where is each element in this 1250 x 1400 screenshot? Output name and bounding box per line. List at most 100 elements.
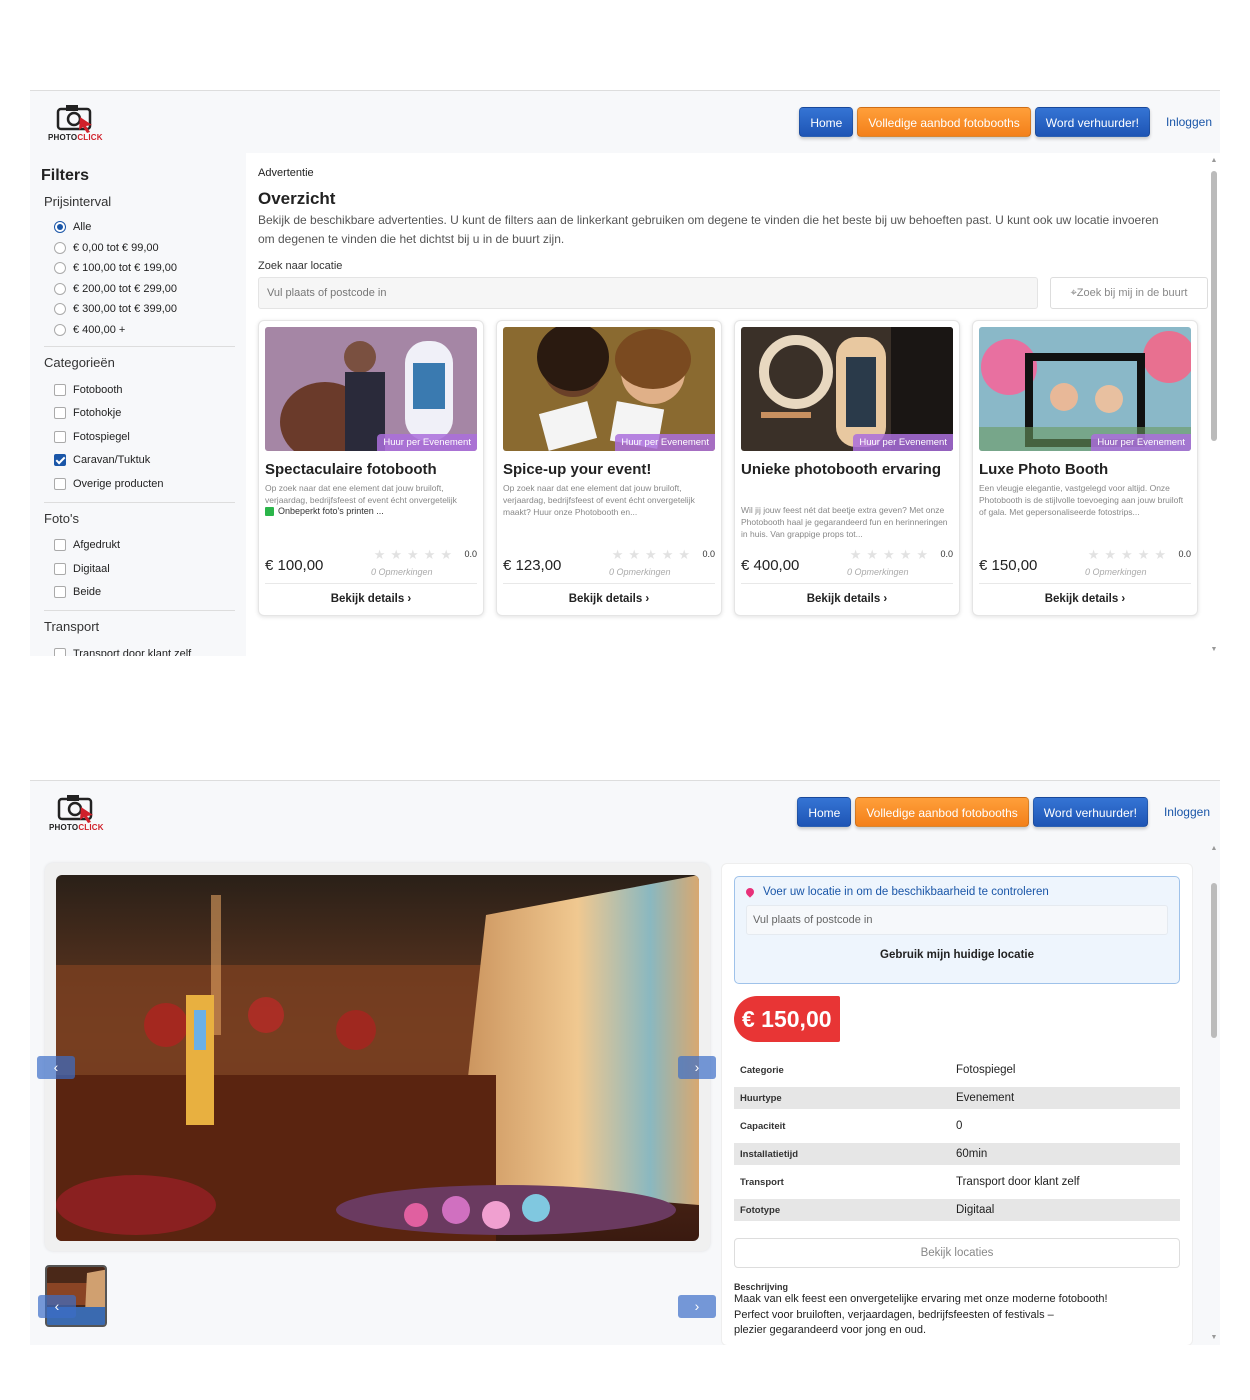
photos-option-label: Beide xyxy=(73,586,102,599)
categories-option[interactable]: Caravan/Tuktuk xyxy=(54,449,235,473)
star-icon: ★ xyxy=(661,547,679,562)
listing-card[interactable]: Huur per Evenement Spectaculaire fotoboot… xyxy=(258,320,484,616)
checkbox[interactable] xyxy=(54,586,66,599)
card-image[interactable]: Huur per Evenement xyxy=(503,327,715,451)
spec-value: 60min xyxy=(956,1148,988,1160)
login-link[interactable]: Inloggen xyxy=(1154,107,1212,137)
checkbox[interactable] xyxy=(54,383,66,396)
scrollbar[interactable]: ▲ ▼ xyxy=(1210,157,1218,653)
thumb-prev-button[interactable]: ‹ xyxy=(38,1295,76,1318)
logo[interactable]: PHOTOCLICK xyxy=(49,793,109,835)
price-option[interactable]: € 300,00 tot € 399,00 xyxy=(54,299,235,320)
scrollbar[interactable]: ▲ ▼ xyxy=(1210,845,1218,1341)
checkbox[interactable] xyxy=(54,430,66,443)
card-title[interactable]: Unieke photobooth ervaring xyxy=(741,459,953,503)
radio-button[interactable] xyxy=(54,303,66,316)
checkbox[interactable] xyxy=(54,647,66,656)
radio-button[interactable] xyxy=(54,282,66,295)
offer-button[interactable]: Volledige aanbod fotobooths xyxy=(855,797,1029,827)
price-option[interactable]: € 100,00 tot € 199,00 xyxy=(54,258,235,279)
scroll-down-icon[interactable]: ▼ xyxy=(1210,646,1218,653)
price-option[interactable]: € 0,00 tot € 99,00 xyxy=(54,238,235,259)
radio-button[interactable] xyxy=(54,323,66,336)
checkbox[interactable] xyxy=(54,539,66,552)
photos-option[interactable]: Afgedrukt xyxy=(54,534,235,558)
categories-option[interactable]: Overige producten xyxy=(54,472,235,496)
photos-option[interactable]: Beide xyxy=(54,581,235,605)
listing-card[interactable]: Huur per Evenement Luxe Photo Booth Een vl… xyxy=(972,320,1198,616)
view-details-button[interactable]: Bekijk details › xyxy=(497,593,721,605)
card-title[interactable]: Luxe Photo Booth xyxy=(979,459,1191,481)
view-details-button[interactable]: Bekijk details › xyxy=(735,593,959,605)
scroll-down-icon[interactable]: ▼ xyxy=(1210,1334,1218,1341)
radio-button[interactable] xyxy=(54,241,66,254)
checkbox[interactable] xyxy=(54,477,66,490)
login-link[interactable]: Inloggen xyxy=(1152,797,1210,827)
near-me-label: Zoek bij mij in de buurt xyxy=(1076,287,1188,299)
price-option[interactable]: € 400,00 + xyxy=(54,320,235,341)
filters-sidebar: Filters Prijsinterval Alle € 0,00 tot € 9… xyxy=(30,153,246,656)
star-icon: ★ xyxy=(440,547,457,562)
photos-option[interactable]: Digitaal xyxy=(54,557,235,581)
divider xyxy=(44,346,235,347)
card-description: Wil jij jouw feest nét dat beetje extra … xyxy=(741,505,948,539)
detail-panel: Voer uw locatie in om de beschikbaarheid… xyxy=(721,863,1193,1345)
scrollbar-thumb[interactable] xyxy=(1211,883,1217,1038)
radio-button[interactable] xyxy=(54,221,66,234)
category-filter-title: Categorieën xyxy=(44,355,115,370)
home-button[interactable]: Home xyxy=(797,797,852,827)
view-details-button[interactable]: Bekijk details › xyxy=(973,593,1197,605)
review-count: 0 Opmerkingen xyxy=(371,567,433,577)
use-current-location-button[interactable]: Gebruik mijn huidige locatie xyxy=(746,949,1168,961)
card-price: € 400,00 xyxy=(741,557,800,574)
radio-button[interactable] xyxy=(54,262,66,275)
card-image[interactable]: Huur per Evenement xyxy=(741,327,953,451)
listing-card[interactable]: Huur per Evenement Spice-up your event! Op… xyxy=(496,320,722,616)
scrollbar-thumb[interactable] xyxy=(1211,171,1217,441)
card-image[interactable]: Huur per Evenement xyxy=(979,327,1191,451)
location-search-input[interactable]: Vul plaats of postcode in xyxy=(258,277,1038,309)
listing-card[interactable]: Huur per Evenement Unieke photobooth erva… xyxy=(734,320,960,616)
star-icon: ★ xyxy=(1104,547,1122,562)
home-button[interactable]: Home xyxy=(799,107,854,137)
star-icon: ★ xyxy=(423,547,441,562)
offer-button[interactable]: Volledige aanbod fotobooths xyxy=(857,107,1031,137)
price-option[interactable]: € 200,00 tot € 299,00 xyxy=(54,279,235,300)
star-icon: ★ xyxy=(1087,547,1105,562)
card-image[interactable]: Huur per Evenement xyxy=(265,327,477,451)
become-renter-button[interactable]: Word verhuurder! xyxy=(1034,107,1150,137)
main-photo xyxy=(56,875,699,1241)
location-check-label: Voer uw locatie in om de beschikbaarheid… xyxy=(763,886,1049,898)
categories-option[interactable]: Fotospiegel xyxy=(54,425,235,449)
scroll-up-icon[interactable]: ▲ xyxy=(1210,845,1218,852)
categories-option[interactable]: Fotohokje xyxy=(54,402,235,426)
nav-buttons: Home Volledige aanbod fotobooths Word ve… xyxy=(799,107,1212,137)
categories-option[interactable]: Fotobooth xyxy=(54,378,235,402)
checkbox[interactable] xyxy=(54,562,66,575)
price-option[interactable]: Alle xyxy=(54,217,235,238)
checkbox[interactable] xyxy=(54,407,66,420)
listing-cards: Huur per Evenement Spectaculaire fotoboot… xyxy=(258,320,1208,616)
gallery-next-button[interactable]: › xyxy=(678,1056,716,1079)
price-filter-title: Prijsinterval xyxy=(44,194,112,209)
gallery-prev-button[interactable]: ‹ xyxy=(37,1056,75,1079)
chevron-right-icon: › xyxy=(642,593,650,605)
card-title[interactable]: Spectaculaire fotobooth xyxy=(265,459,477,481)
view-details-button[interactable]: Bekijk details › xyxy=(259,593,483,605)
logo[interactable]: PHOTOCLICK xyxy=(48,103,108,145)
near-me-button[interactable]: ⌖Zoek bij mij in de buurt xyxy=(1050,277,1208,309)
breadcrumb[interactable]: Advertentie xyxy=(258,167,1208,179)
search-label: Zoek naar locatie xyxy=(258,260,343,272)
star-icon: ★ xyxy=(849,547,867,562)
scroll-up-icon[interactable]: ▲ xyxy=(1210,157,1218,164)
thumb-next-button[interactable]: › xyxy=(678,1295,716,1318)
logo-text: PHOTOCLICK xyxy=(48,133,103,142)
become-renter-button[interactable]: Word verhuurder! xyxy=(1032,797,1148,827)
card-title[interactable]: Spice-up your event! xyxy=(503,459,715,481)
checkbox[interactable] xyxy=(54,454,66,467)
location-input[interactable]: Vul plaats of postcode in xyxy=(746,905,1168,935)
transport-option[interactable]: Transport door klant zelf xyxy=(54,642,235,656)
rating-value: 0.0 xyxy=(940,549,953,559)
view-locations-button[interactable]: Bekijk locaties xyxy=(734,1238,1180,1268)
card-photo xyxy=(265,327,477,451)
